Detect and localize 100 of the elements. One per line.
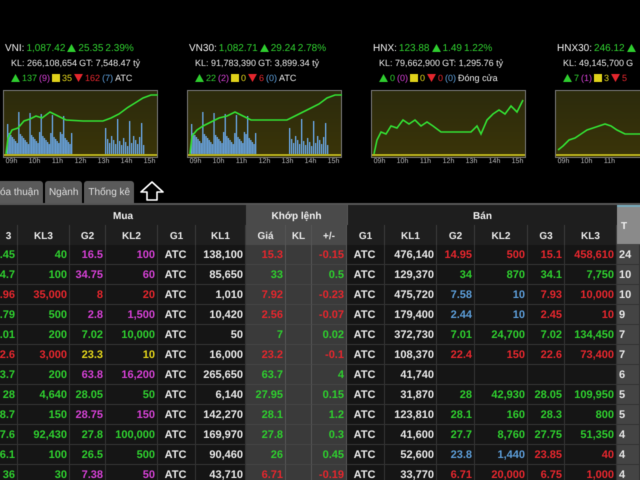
table-cell: 10 [475, 305, 528, 325]
tab[interactable]: óa thuận [0, 181, 43, 203]
advancing-count: 137 [22, 72, 38, 82]
table-cell: 134,450 [565, 325, 617, 345]
table-cell: 10 [617, 265, 640, 285]
table-cell: 0.02 [312, 325, 347, 345]
table-cell: 10 [106, 345, 158, 365]
declining-count: 6 [259, 72, 264, 82]
value-traded-text: G [626, 58, 634, 68]
declining-count: 0 [438, 72, 444, 82]
advancing-count: 22 [206, 72, 216, 82]
square-icon [231, 74, 240, 82]
index-change: 1.49 [442, 42, 462, 54]
table-cell: 28 [437, 385, 475, 405]
table-cell: .96 [0, 285, 18, 305]
table-cell: 4,640 [18, 385, 70, 405]
table-cell: 100 [106, 245, 158, 265]
tab[interactable]: Thống kê [84, 181, 134, 203]
up-triangle-icon [260, 44, 269, 52]
table-cell: 8.7 [0, 405, 18, 425]
table-cell: ATC [158, 365, 196, 385]
table-cell: 63.7 [246, 365, 286, 385]
table-cell: 28 [0, 385, 18, 405]
table-cell: 500 [475, 245, 528, 265]
table-cell: ATC [158, 345, 196, 365]
table-cell: 16,200 [106, 365, 158, 385]
unchanged-count: 35 [62, 72, 72, 82]
volume-text: KL: 266,108,654 [11, 58, 78, 68]
index-value: 1,082.71 [218, 42, 258, 54]
table-cell: 85,650 [196, 265, 246, 285]
ceiling-count: (0) [397, 72, 408, 82]
table-cell: 0.45 [312, 445, 347, 465]
down-triangle-icon [248, 74, 258, 82]
table-cell: 34 [437, 265, 475, 285]
table-cell: 500 [18, 305, 70, 325]
table-cell: 100 [18, 445, 70, 465]
table-cell: 27.8 [70, 425, 106, 445]
table-cell: 7.6 [0, 425, 18, 445]
index-percent: 1.22% [464, 42, 492, 54]
table-cell: 23.2 [246, 345, 286, 365]
table-cell: ATC [347, 405, 385, 425]
table-cell: 500 [106, 445, 158, 465]
table-cell: ATC [347, 245, 385, 265]
table-cell: 28.75 [70, 405, 106, 425]
tab[interactable]: Ngành [44, 181, 82, 203]
square-icon [52, 74, 60, 82]
table-cell: 16,000 [196, 345, 246, 365]
table-cell: 26.5 [70, 445, 106, 465]
index-name: VN30: [189, 42, 217, 54]
table-cell: 27.95 [246, 385, 286, 405]
table-cell: 800 [565, 405, 617, 425]
index-change: 25.35 [78, 42, 104, 54]
table-cell: 5 [617, 405, 640, 425]
table-cell: 6.71 [246, 465, 286, 480]
table-cell: 150 [475, 345, 528, 365]
value-traded-text: GT: 7,548.47 tỷ [79, 58, 140, 68]
up-arrow-icon[interactable] [140, 181, 164, 201]
table-cell: 15.1 [528, 245, 565, 265]
table-cell: 7.01 [437, 325, 475, 345]
table-cell: 50 [196, 325, 246, 345]
table-cell: 475,720 [385, 285, 437, 305]
table-cell: 73,400 [565, 345, 617, 365]
table-cell: -0.19 [312, 465, 347, 480]
ceiling-count: (1) [581, 72, 592, 82]
table-cell: 200 [18, 325, 70, 345]
table-cell: 109,950 [565, 385, 617, 405]
table-cell: .45 [0, 245, 18, 265]
table-cell: 179,400 [385, 305, 437, 325]
floor-count: (0) [445, 72, 456, 82]
table-cell: ATC [158, 325, 196, 345]
table-cell: 2.45 [528, 305, 565, 325]
table-cell: 372,730 [385, 325, 437, 345]
table-cell: 10 [565, 305, 617, 325]
table-cell: 27.8 [246, 425, 286, 445]
table-cell: 7 [246, 325, 286, 345]
table-cell: 60 [106, 265, 158, 285]
table-cell: 36 [0, 465, 18, 480]
volume-text: KL: 79,662,900 [379, 58, 440, 68]
declining-count: 162 [85, 72, 100, 82]
table-cell: ATC [158, 265, 196, 285]
table-cell: 2.44 [437, 305, 475, 325]
table-cell: 7.38 [70, 465, 106, 480]
advancing-count: 0 [390, 72, 396, 82]
table-cell: 28.3 [528, 405, 565, 425]
index-value: 1,087.42 [26, 42, 66, 54]
table-cell: ATC [347, 345, 385, 365]
up-triangle-icon [11, 74, 20, 82]
table-cell: 43,710 [196, 465, 246, 480]
table-cell: 4 [617, 465, 640, 480]
ceiling-count: (9) [39, 72, 50, 82]
table-cell: 10 [617, 285, 640, 305]
table-cell: ATC [347, 305, 385, 325]
up-triangle-icon [626, 44, 636, 52]
table-cell: ATC [158, 445, 196, 465]
table-cell: -0.15 [312, 245, 347, 265]
table-cell: 63.8 [70, 365, 106, 385]
table-cell: 10,000 [565, 285, 617, 305]
table-cell: 28.05 [70, 385, 106, 405]
advancing-count: 7 [574, 72, 580, 82]
table-cell: 22.4 [437, 345, 475, 365]
